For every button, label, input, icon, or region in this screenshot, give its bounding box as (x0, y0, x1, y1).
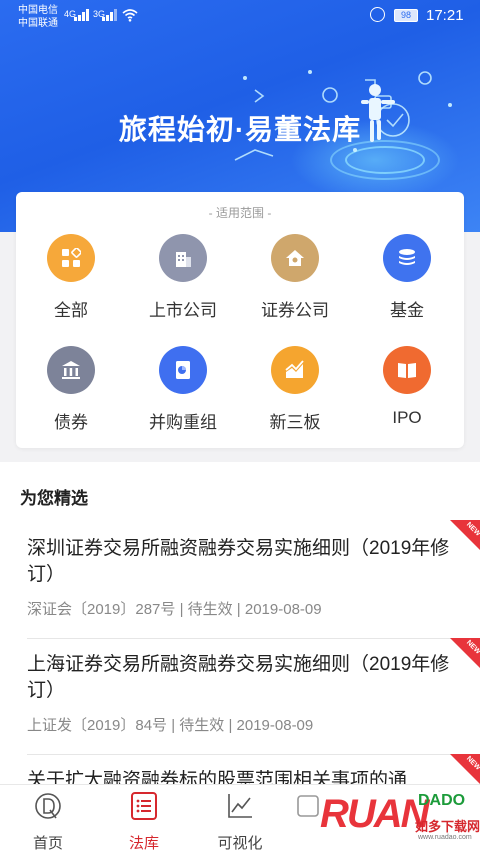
tab-home-label: 首页 (32, 835, 63, 852)
category-fund-circle (383, 234, 431, 282)
tab-visualization-label: 可视化 (217, 835, 263, 852)
watermark-logo: RUAN DADO 如多下载网 www.ruadao.com (300, 790, 480, 850)
carrier-1: 中国电信 (18, 5, 58, 16)
bank-icon (62, 361, 80, 379)
category-ipo-circle (383, 346, 431, 394)
category-neeq[interactable]: 新三板 (240, 346, 350, 433)
new-badge: NEW (450, 754, 480, 784)
house-icon (286, 250, 304, 266)
new-badge: NEW (450, 520, 480, 550)
category-fund[interactable]: 基金 (352, 234, 462, 321)
scope-card: - 适用范围 - 全部 上市公司 证券公司 基金 债券 并购重组 新三板 IPO (16, 192, 464, 448)
category-ipo-label: IPO (392, 408, 422, 427)
category-neeq-circle (271, 346, 319, 394)
coins-stack-icon (399, 249, 415, 265)
category-all[interactable]: 全部 (16, 234, 126, 321)
category-all-label: 全部 (54, 301, 88, 320)
document-icon (176, 361, 190, 379)
list-item[interactable]: 上海证券交易所融资融券交易实施细则（2019年修订） 上证发〔2019〕84号 … (27, 652, 467, 735)
book-icon (398, 363, 416, 378)
category-all-circle (47, 234, 95, 282)
scope-label: - 适用范围 - (208, 206, 272, 220)
divider (27, 754, 480, 755)
category-securities-company-label: 证券公司 (261, 301, 329, 320)
chart-icon (228, 794, 252, 818)
tab-home[interactable]: 首页 (16, 791, 80, 853)
divider (27, 638, 480, 639)
category-bond-label: 债券 (54, 413, 88, 432)
tab-visualization[interactable]: 可视化 (208, 791, 272, 853)
trend-chart-icon (285, 360, 304, 378)
category-bond[interactable]: 债券 (16, 346, 126, 433)
category-merger-circle (159, 346, 207, 394)
list-document-icon (131, 792, 157, 820)
category-merger[interactable]: 并购重组 (128, 346, 238, 433)
category-securities-company-circle (271, 234, 319, 282)
category-fund-label: 基金 (390, 301, 424, 320)
category-listed-company[interactable]: 上市公司 (128, 234, 238, 321)
status-time: 17:21 (426, 7, 464, 24)
watermark-url: www.ruadao.com (418, 834, 472, 841)
list-item[interactable]: 深圳证券交易所融资融券交易实施细则（2019年修订） 深证会〔2019〕287号… (27, 536, 467, 619)
list-item-title: 关于扩大融资融券标的股票范围相关事项的通 (27, 770, 408, 784)
list-item-title: 上海证券交易所融资融券交易实施细则（2019年修订） (27, 654, 450, 701)
watermark-main: RUAN (320, 792, 430, 836)
building-icon (176, 252, 191, 267)
home-logo-icon (35, 793, 61, 819)
category-listed-company-label: 上市公司 (149, 301, 217, 320)
category-securities-company[interactable]: 证券公司 (240, 234, 350, 321)
watermark-cn: 如多下载网 (415, 819, 480, 834)
alarm-icon (370, 7, 385, 22)
tab-law-library[interactable]: 法库 (112, 791, 176, 853)
watermark-brand: DADO (418, 792, 466, 809)
list-item[interactable]: 关于扩大融资融券标的股票范围相关事项的通 (27, 768, 467, 784)
grid-icon (62, 248, 81, 267)
signal-2-icon (102, 9, 118, 21)
battery-indicator: 98 (394, 9, 418, 22)
picks-title: 为您精选 (20, 489, 88, 508)
status-bar: 中国电信 中国联通 4G 3G 98 17:21 (0, 0, 480, 34)
list-item-meta: 上证发〔2019〕84号 | 待生效 | 2019-08-09 (27, 717, 314, 734)
category-merger-label: 并购重组 (149, 413, 217, 432)
category-bond-circle (47, 346, 95, 394)
wifi-icon (122, 9, 138, 22)
list-item-title: 深圳证券交易所融资融券交易实施细则（2019年修订） (27, 538, 450, 585)
picks-section: 为您精选 深圳证券交易所融资融券交易实施细则（2019年修订） 深证会〔2019… (0, 462, 480, 784)
hero-title: 旅程始初·易董法库 (118, 114, 362, 145)
category-ipo[interactable]: IPO (352, 346, 462, 428)
signal-1-icon (74, 9, 90, 21)
category-neeq-label: 新三板 (269, 413, 321, 432)
carrier-2: 中国联通 (18, 18, 58, 29)
list-item-meta: 深证会〔2019〕287号 | 待生效 | 2019-08-09 (27, 601, 322, 618)
tab-law-library-label: 法库 (128, 835, 159, 852)
category-listed-company-circle (159, 234, 207, 282)
new-badge: NEW (450, 638, 480, 668)
